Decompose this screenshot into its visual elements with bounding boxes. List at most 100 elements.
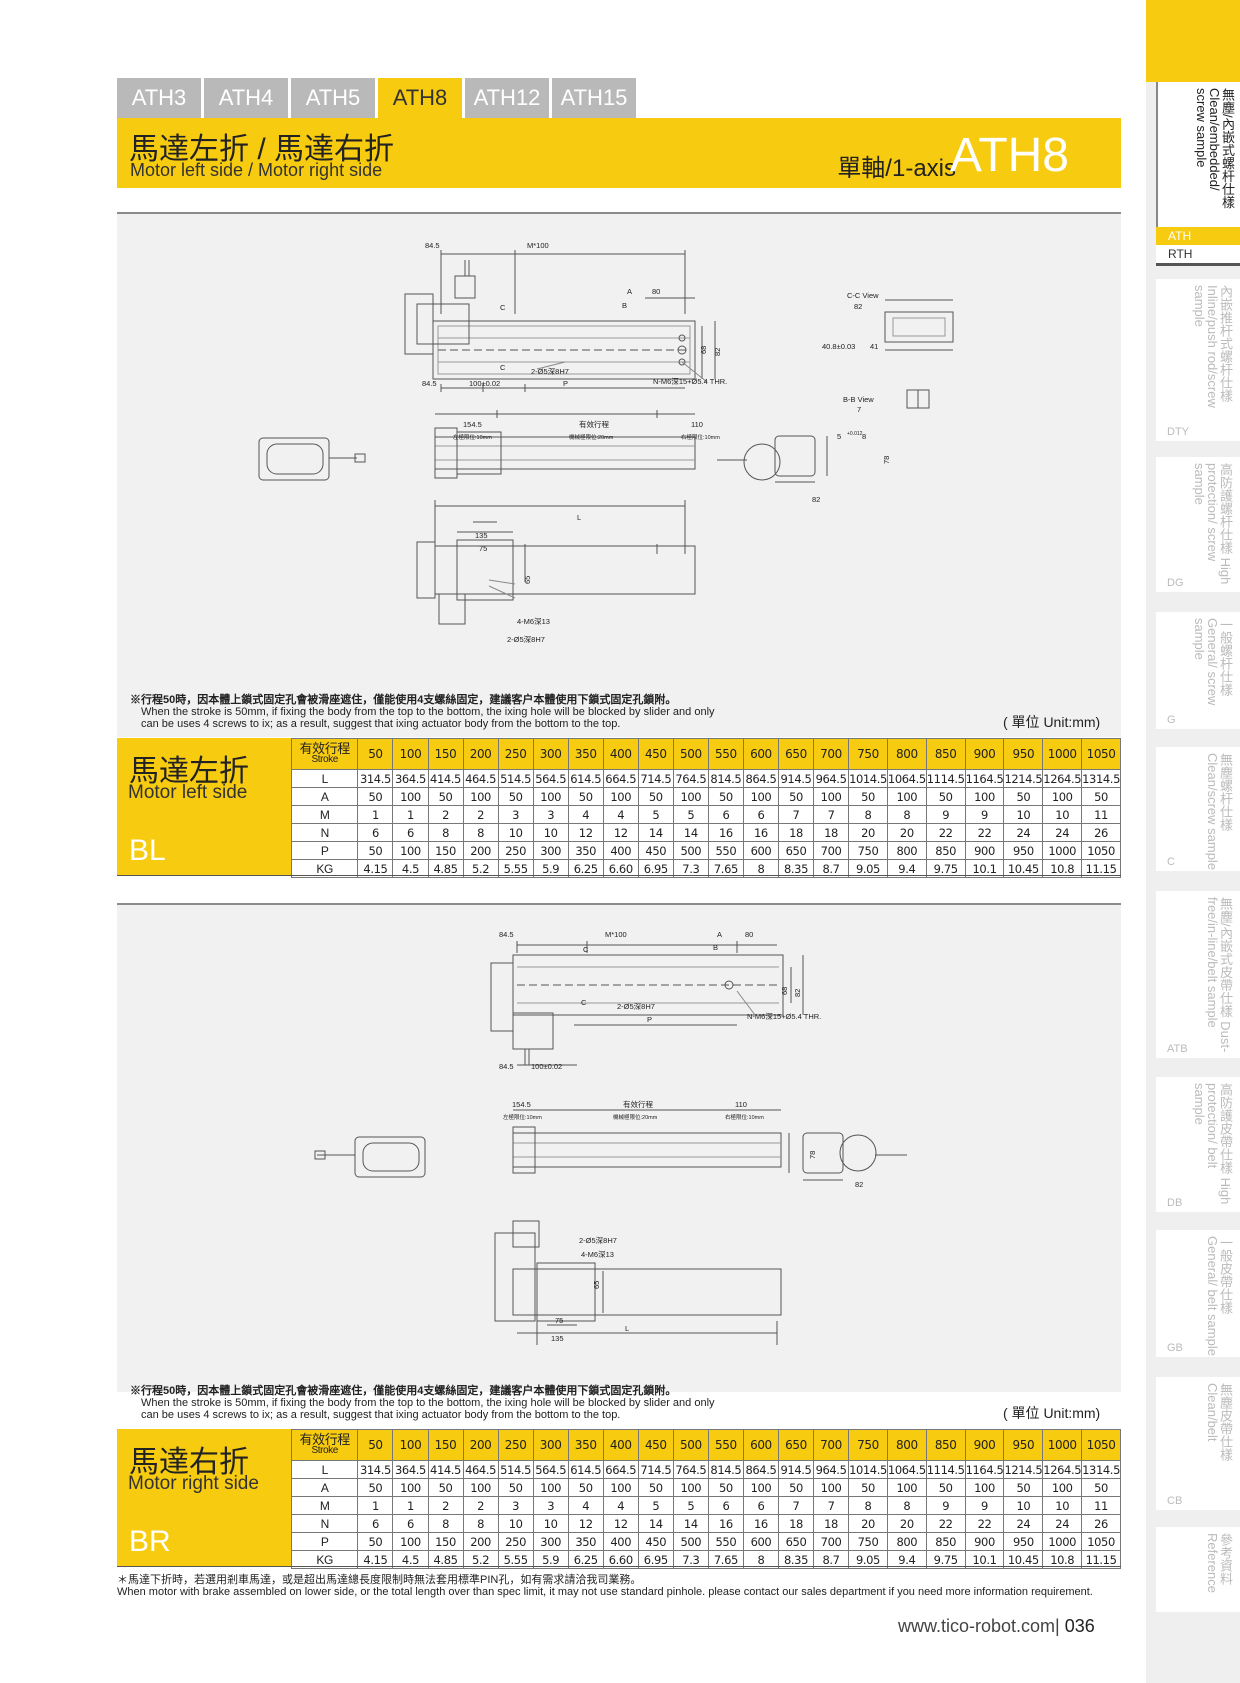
- bb-5: 5: [837, 432, 841, 441]
- tab-ath15[interactable]: ATH15: [552, 78, 636, 118]
- table-cell: 464.5: [462, 769, 499, 788]
- nav-item-c[interactable]: 無塵螺杆仕樣 Clean/screw sample C: [1156, 747, 1240, 871]
- nav-item-reference[interactable]: 參考資料 Reference: [1156, 1527, 1240, 1612]
- table-cell: 600: [742, 1532, 779, 1551]
- table-cell: 1264.5: [1042, 1460, 1083, 1479]
- stroke-value: 950: [1003, 1429, 1044, 1461]
- table-row: N 6 6 8 8 10 10 12 12 14 14 16 16 18 18 20 20 22 22 24 24 26: [290, 1514, 1121, 1533]
- table-cell: 300: [532, 1532, 569, 1551]
- stroke-value: 250: [497, 1429, 534, 1461]
- nav-item-dg[interactable]: 高防護螺杆仕樣 High protection/ screw sample DG: [1156, 457, 1240, 592]
- table-cell: 8: [886, 1496, 927, 1515]
- table-cell: 7: [777, 1496, 815, 1515]
- tab-ath12[interactable]: ATH12: [465, 78, 549, 118]
- stroke-note-2: ※行程50時，因本體上鎖式固定孔會被滑座遮住，僅能使用4支螺絲固定，建議客户本體…: [130, 1385, 715, 1421]
- stroke-value: 500: [672, 1429, 709, 1461]
- cc-82: 82: [854, 302, 862, 311]
- dim-stroke: 有效行程: [623, 1099, 653, 1109]
- table-cell: 22: [925, 823, 966, 842]
- table-cell: 500: [672, 1532, 709, 1551]
- nav-item-label: 無塵皮帶仕樣 Clean/belt: [1205, 1383, 1233, 1461]
- table-cell: 9: [925, 805, 966, 824]
- nav-item-g[interactable]: 一般螺杆仕樣 General/ screw sample G: [1156, 612, 1240, 729]
- website-link[interactable]: www.tico-robot.com: [898, 1616, 1055, 1636]
- table-cell: 3: [532, 1496, 569, 1515]
- nav-code-rth[interactable]: RTH: [1156, 245, 1240, 266]
- table-cell: 1: [392, 805, 429, 824]
- stroke-header: 有效行程 Stroke: [290, 738, 359, 770]
- nav-item-gb[interactable]: 一般皮帶仕樣 General/ belt sample GB: [1156, 1230, 1240, 1357]
- cc-view-label: C-C View: [847, 291, 879, 300]
- actuator-bottom-view-body: [434, 545, 696, 595]
- nav-code-ath[interactable]: ATH: [1156, 227, 1240, 245]
- nav-item-ath[interactable]: 無塵/內嵌式螺杆仕樣 Clean/embedded/ screw sample: [1156, 82, 1240, 227]
- row-label: A: [290, 787, 359, 806]
- table-cell: 18: [777, 823, 815, 842]
- dim-m100: M*100: [527, 241, 549, 250]
- tab-ath8[interactable]: ATH8: [378, 78, 462, 118]
- page-title-en: Motor left side / Motor right side: [130, 160, 383, 180]
- dim-110: 110: [735, 1100, 747, 1109]
- stroke-value: 350: [567, 1429, 604, 1461]
- dim-m6: 4-M6深13: [581, 1250, 614, 1259]
- dim-right-stop: 右極限位:10mm: [725, 1113, 764, 1121]
- table-row: N 6 6 8 8 10 10 12 12 14 14 16 16 18 18 20 20 22 22 24 24 26: [290, 823, 1121, 842]
- stroke-value: 650: [777, 738, 815, 770]
- dim-78: 78: [808, 1151, 817, 1159]
- row-label: M: [290, 1496, 359, 1515]
- tab-ath5[interactable]: ATH5: [291, 78, 375, 118]
- nav-item-label: 內嵌推杆式螺杆仕樣 Inline/push rod/screw sample: [1192, 285, 1233, 408]
- table-cell: 100: [462, 787, 499, 806]
- stroke-value: 100: [392, 738, 429, 770]
- table-cell: 550: [707, 1532, 744, 1551]
- spec-header-left: 馬達左折 Motor left side BL: [117, 738, 291, 876]
- dim-80: 80: [745, 930, 753, 939]
- table-cell: 8: [427, 1514, 464, 1533]
- table-cell: 18: [777, 1514, 815, 1533]
- table-cell: 100: [813, 1478, 850, 1497]
- table-cell: 450: [637, 841, 674, 860]
- dim-84-5-bottom: 84.5: [499, 1062, 514, 1071]
- table-cell: 150: [427, 1532, 464, 1551]
- table-cell: 964.5: [813, 1460, 850, 1479]
- stroke-value: 350: [567, 738, 604, 770]
- table-cell: 1000: [1042, 1532, 1083, 1551]
- table-cell: 9: [925, 1496, 966, 1515]
- table-cell: 900: [964, 1532, 1005, 1551]
- row-label: A: [290, 1478, 359, 1497]
- stroke-value: 150: [427, 738, 464, 770]
- table-cell: 1114.5: [925, 769, 966, 788]
- stroke-value: 300: [532, 1429, 569, 1461]
- table-cell: 100: [602, 787, 639, 806]
- tab-ath4[interactable]: ATH4: [204, 78, 288, 118]
- table-cell: 100: [672, 1478, 709, 1497]
- stroke-value: 750: [848, 1429, 888, 1461]
- table-cell: 6: [707, 805, 744, 824]
- brake-footnote: ＊馬達下折時，若選用剎車馬達，或是超出馬達總長度限制時無法套用標準PIN孔，如有…: [117, 1574, 1093, 1598]
- table-cell: 650: [777, 1532, 815, 1551]
- nav-item-dty[interactable]: 內嵌推杆式螺杆仕樣 Inline/push rod/screw sample D…: [1156, 279, 1240, 441]
- row-label: N: [290, 1514, 359, 1533]
- nav-item-label: 高防護皮帶仕樣 High protection/ belt sample: [1192, 1083, 1233, 1205]
- table-cell: 6: [742, 1496, 779, 1515]
- footnote-en: When motor with brake assembled on lower…: [117, 1586, 1093, 1598]
- table-cell: 20: [848, 1514, 888, 1533]
- tab-ath3[interactable]: ATH3: [117, 78, 201, 118]
- table-cell: 50: [1081, 1478, 1121, 1497]
- table-cell: 10: [497, 823, 534, 842]
- dim-a: A: [627, 287, 632, 296]
- nav-item-code: DTY: [1167, 426, 1189, 438]
- table-cell: 6: [707, 1496, 744, 1515]
- stroke-value: 600: [742, 1429, 779, 1461]
- nav-item-cb[interactable]: 無塵皮帶仕樣 Clean/belt CB: [1156, 1377, 1240, 1510]
- table-row: P 50 100 150 200 250 300 350 400 450 500 550 600 650 7…: [290, 841, 1121, 860]
- stroke-value: 500: [672, 738, 709, 770]
- note-en-2: can be uses 4 screws to ix; as a result,…: [141, 1409, 621, 1421]
- nav-item-db[interactable]: 高防護皮帶仕樣 High protection/ belt sample DB: [1156, 1077, 1240, 1212]
- table-cell: 11: [1081, 1496, 1121, 1515]
- nav-item-atb[interactable]: 無塵/內嵌式皮帶仕樣 Dust-free/in-line/belt sample…: [1156, 891, 1240, 1058]
- table-cell: 5: [637, 1496, 674, 1515]
- page-footer: www.tico-robot.com| 036: [898, 1616, 1095, 1637]
- side-top-accent: [1146, 0, 1240, 82]
- table-cell: 614.5: [567, 769, 604, 788]
